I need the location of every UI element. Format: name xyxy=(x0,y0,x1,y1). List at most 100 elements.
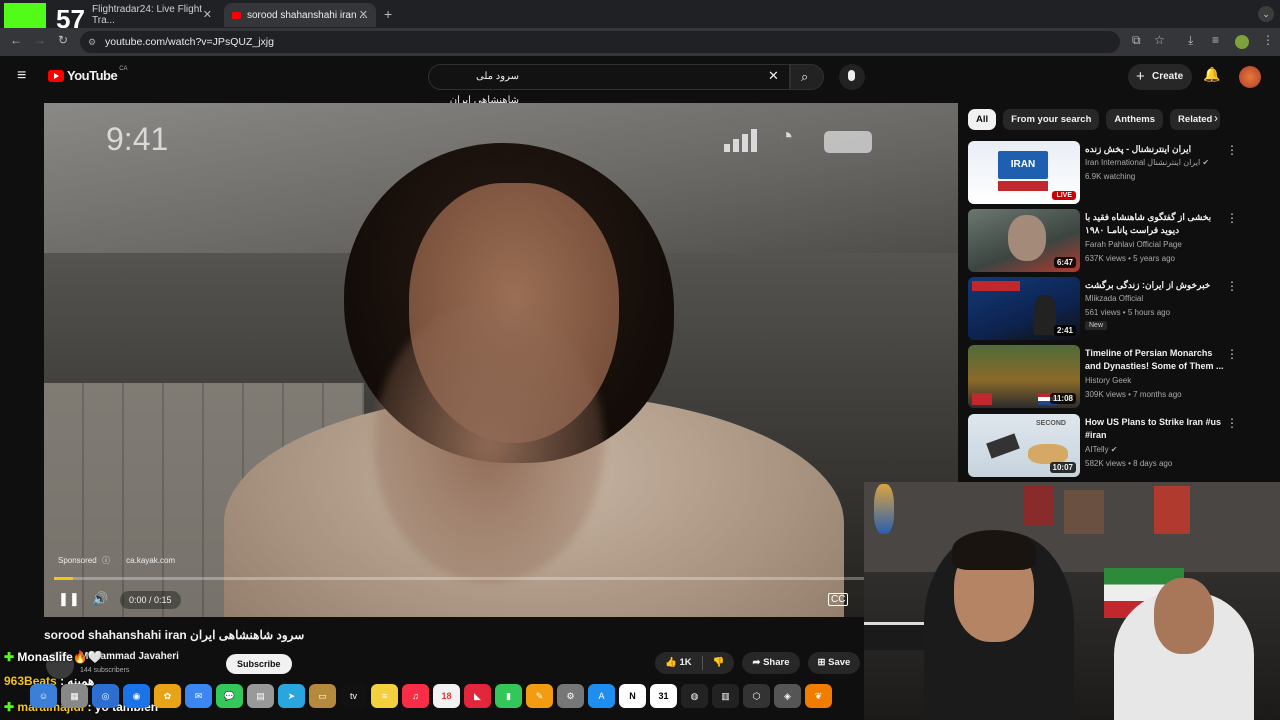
more-options-icon[interactable]: ⋮ xyxy=(1226,347,1238,361)
iran-international-logo: IRAN xyxy=(998,151,1048,179)
tab-search-icon[interactable]: ⌄ xyxy=(1258,6,1274,22)
maps-icon[interactable]: ➤ xyxy=(278,684,305,708)
site-info-icon[interactable]: ⚙ xyxy=(88,31,96,53)
browser-menu-icon[interactable]: ⋮ xyxy=(1262,33,1274,47)
recommendation-item[interactable]: 2:41 خبرخوش از ایران: زندگی برگشت Mlikza… xyxy=(968,277,1240,341)
system-settings-icon[interactable]: ⚙ xyxy=(557,684,584,708)
messages-icon[interactable]: 💬 xyxy=(216,684,243,708)
recommendation-channel[interactable]: History Geek xyxy=(1085,376,1131,385)
close-tab-icon[interactable]: ✕ xyxy=(359,8,368,21)
notion-calendar-icon[interactable]: 31 xyxy=(650,684,677,708)
music-icon[interactable]: ♫ xyxy=(402,684,429,708)
browser-tab-bar: 57 Flightradar24: Live Flight Tra... ✕ s… xyxy=(0,0,1280,37)
more-options-icon[interactable]: ⋮ xyxy=(1226,279,1238,293)
recommendation-item[interactable]: 6:47 بخشی از گفتگوی شاهنشاه فقید با دیوی… xyxy=(968,209,1240,273)
video-player[interactable]: 9:41 ◔ Sponsored ⓘ ca.kayak.com ❚❚ 🔊 0:0… xyxy=(44,103,958,617)
app-icon[interactable]: ⬡ xyxy=(743,684,770,708)
recommendation-channel[interactable]: Mlikzada Official xyxy=(1085,294,1143,303)
tab-youtube[interactable]: sorood shahanshahi iran ... ✕ xyxy=(224,3,376,27)
recommendation-channel[interactable]: Iran International ایران اینترنشنال ✔ xyxy=(1085,158,1209,167)
recommendation-thumbnail[interactable]: 11:08 xyxy=(968,345,1080,408)
apple-tv-icon[interactable]: tv xyxy=(340,684,367,708)
chip-all[interactable]: All xyxy=(968,109,997,130)
hamburger-menu-icon[interactable]: ≡ xyxy=(17,67,26,85)
app-icon[interactable]: ◍ xyxy=(681,684,708,708)
news-icon[interactable]: ◣ xyxy=(464,684,491,708)
more-options-icon[interactable]: ⋮ xyxy=(1226,211,1238,225)
recommendation-channel[interactable]: Farah Pahlavi Official Page xyxy=(1085,240,1182,249)
youtube-logo[interactable]: YouTube CA xyxy=(48,66,128,83)
recommendation-thumbnail[interactable]: 6:47 xyxy=(968,209,1080,272)
recommendation-thumbnail[interactable]: 2:41 xyxy=(968,277,1080,340)
create-button[interactable]: + Create xyxy=(1128,64,1192,90)
subscribe-button[interactable]: Subscribe xyxy=(226,654,292,674)
pause-icon[interactable]: ❚❚ xyxy=(58,591,80,607)
search-button[interactable]: ⌕ xyxy=(790,64,824,90)
back-icon[interactable]: ← xyxy=(10,33,22,47)
app-icon[interactable]: ▥ xyxy=(712,684,739,708)
save-button[interactable]: ⊞ Save xyxy=(807,652,861,674)
recommendation-title[interactable]: How US Plans to Strike Iran #us #iran xyxy=(1085,416,1225,442)
dislike-button[interactable]: 👎 xyxy=(713,652,725,674)
app-store-icon[interactable]: A xyxy=(588,684,615,708)
more-options-icon[interactable]: ⋮ xyxy=(1226,143,1238,157)
folder-icon[interactable]: ▭ xyxy=(309,684,336,708)
like-button[interactable]: 👍 1K xyxy=(665,652,692,674)
numbers-icon[interactable]: ▮ xyxy=(495,684,522,708)
progress-bar[interactable] xyxy=(54,577,902,580)
recommendation-item[interactable]: SECOND 10:07 How US Plans to Strike Iran… xyxy=(968,414,1240,478)
finder-icon[interactable]: ☺ xyxy=(30,684,57,708)
avatar[interactable] xyxy=(1239,66,1261,88)
recommendation-channel[interactable]: AITelly ✔ xyxy=(1085,445,1118,454)
more-options-icon[interactable]: ⋮ xyxy=(1226,416,1238,430)
tab-label: Flightradar24: Live Flight Tra... xyxy=(92,4,203,26)
chrome-icon[interactable]: ◉ xyxy=(123,684,150,708)
captions-icon[interactable]: CC xyxy=(828,593,849,606)
recommendation-title[interactable]: خبرخوش از ایران: زندگی برگشت xyxy=(1085,279,1225,292)
fl-studio-icon[interactable]: ❦ xyxy=(805,684,832,708)
recommendation-item[interactable]: 11:08 Timeline of Persian Monarchs and D… xyxy=(968,345,1240,409)
notion-icon[interactable]: N xyxy=(619,684,646,708)
mail-icon[interactable]: ✉ xyxy=(185,684,212,708)
recommendation-item[interactable]: IRAN LIVE ایران اینترنشنال - پخش زنده Ir… xyxy=(968,141,1240,205)
chip-related[interactable]: Related xyxy=(1170,109,1221,130)
sponsored-info[interactable]: Sponsored ⓘ ca.kayak.com xyxy=(58,555,175,566)
chip-anthems[interactable]: Anthems xyxy=(1106,109,1164,130)
app-icon[interactable]: ◈ xyxy=(774,684,801,708)
new-tab-icon[interactable]: + xyxy=(384,6,392,22)
share-button[interactable]: ➦ Share xyxy=(742,652,800,674)
launchpad-icon[interactable]: ▦ xyxy=(61,684,88,708)
tab-flightradar[interactable]: Flightradar24: Live Flight Tra... ✕ xyxy=(84,3,220,27)
close-tab-icon[interactable]: ✕ xyxy=(203,8,212,21)
extension-icon[interactable] xyxy=(1235,35,1249,49)
pages-icon[interactable]: ✎ xyxy=(526,684,553,708)
recommendation-title[interactable]: بخشی از گفتگوی شاهنشاه فقید با دیوید فرا… xyxy=(1085,211,1225,237)
app-icon[interactable]: ▤ xyxy=(247,684,274,708)
recommendation-title[interactable]: Timeline of Persian Monarchs and Dynasti… xyxy=(1085,347,1225,373)
install-app-icon[interactable]: ⧉ xyxy=(1132,33,1141,48)
download-icon[interactable]: ⤓ xyxy=(1188,33,1193,48)
url-field[interactable]: ⚙ youtube.com/watch?v=JPsQUZ_jxjg xyxy=(80,31,1120,53)
sponsor-domain[interactable]: ca.kayak.com xyxy=(126,556,175,565)
chips-next-icon[interactable]: › xyxy=(1214,111,1218,125)
forward-icon[interactable]: → xyxy=(34,33,46,47)
notifications-bell-icon[interactable]: 🔔 xyxy=(1203,66,1220,83)
recommendation-thumbnail[interactable]: SECOND 10:07 xyxy=(968,414,1080,477)
info-icon[interactable]: ⓘ xyxy=(102,556,110,565)
chip-from-your-search[interactable]: From your search xyxy=(1003,109,1100,130)
notes-icon[interactable]: ≡ xyxy=(371,684,398,708)
verified-icon: ✔ xyxy=(1110,445,1118,454)
calendar-icon[interactable]: 18 xyxy=(433,684,460,708)
photos-icon[interactable]: ✿ xyxy=(154,684,181,708)
search-input[interactable]: سرود ملی شاهنشاهی ایران xyxy=(428,64,790,106)
reload-icon[interactable]: ↻ xyxy=(58,33,68,47)
voice-search-button[interactable] xyxy=(839,64,865,90)
recommendation-thumbnail[interactable]: IRAN LIVE xyxy=(968,141,1080,204)
volume-icon[interactable]: 🔊 xyxy=(92,591,108,607)
recommendation-title[interactable]: ایران اینترنشنال - پخش زنده xyxy=(1085,143,1225,156)
safari-icon[interactable]: ◎ xyxy=(92,684,119,708)
reading-list-icon[interactable]: ≡ xyxy=(1212,33,1219,47)
bookmark-star-icon[interactable]: ☆ xyxy=(1154,33,1165,47)
new-badge: New xyxy=(1085,321,1108,330)
clear-search-icon[interactable]: ✕ xyxy=(768,68,779,84)
